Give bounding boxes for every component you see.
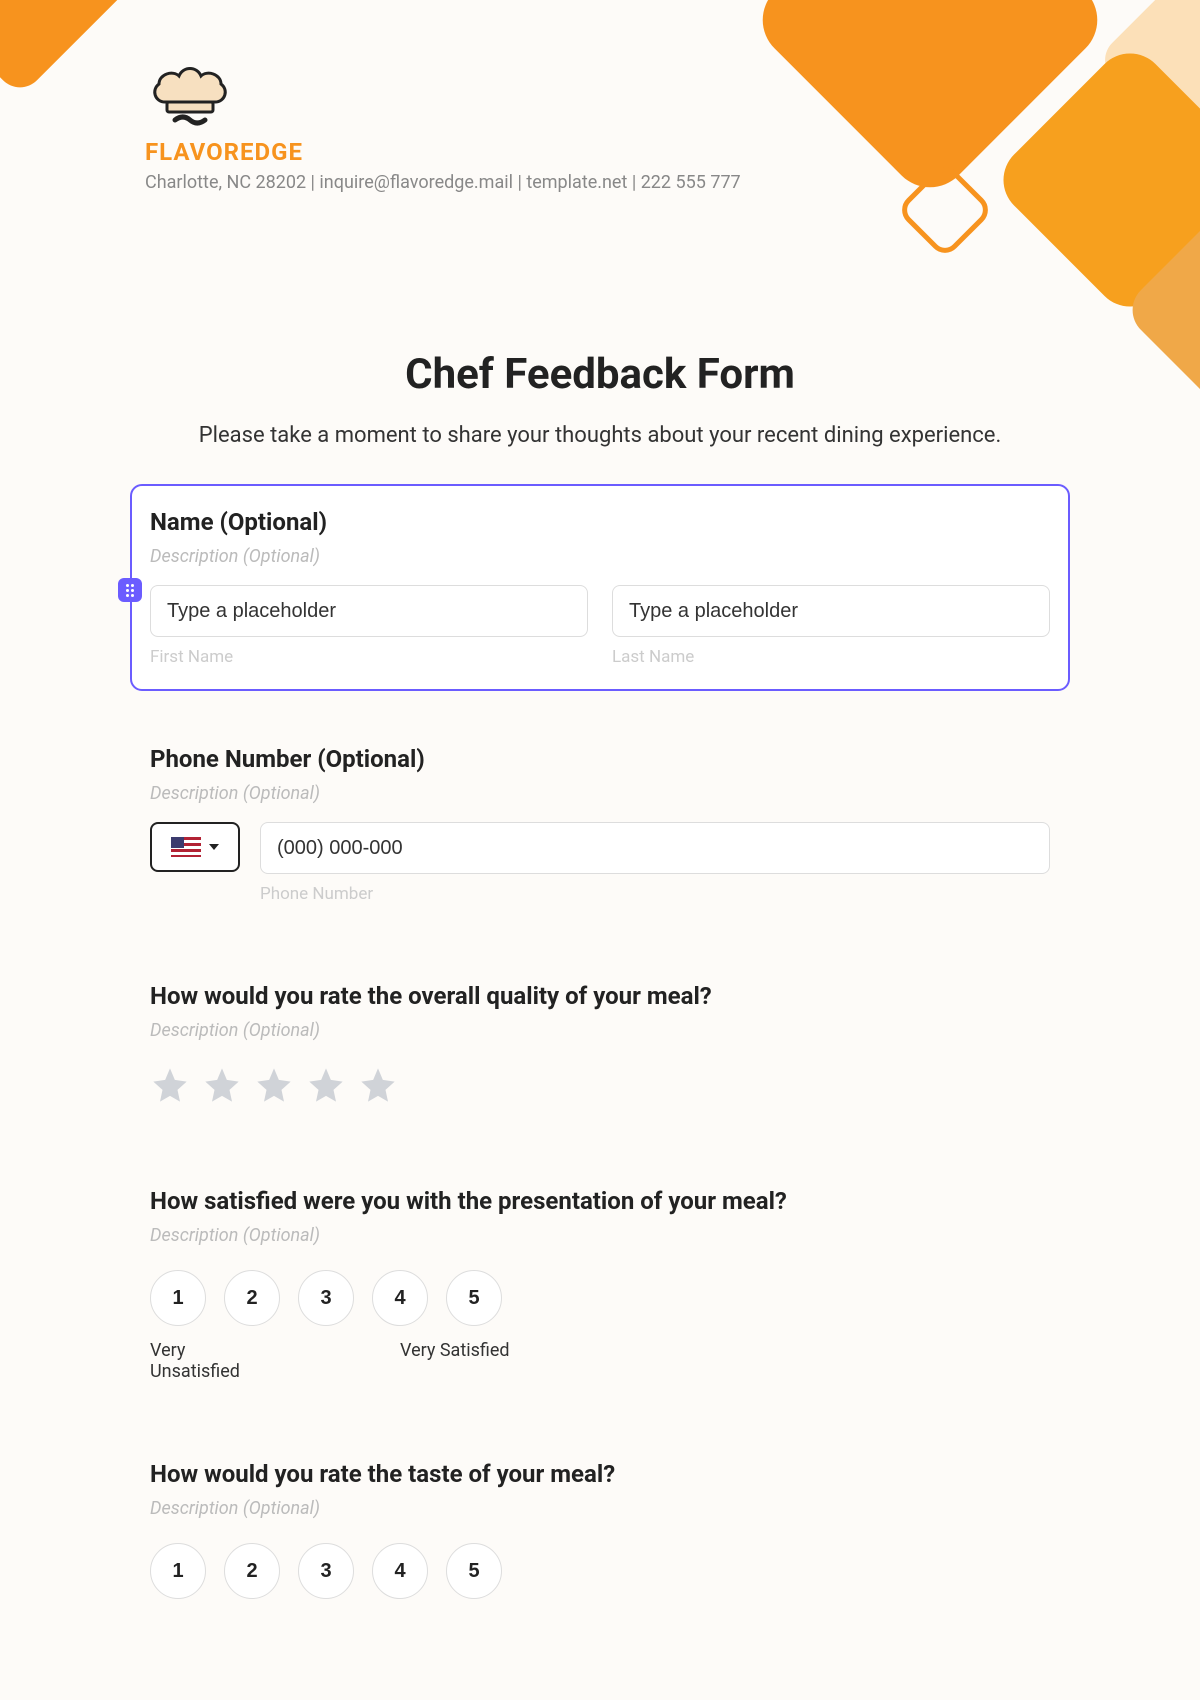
presentation-question-block[interactable]: How satisfied were you with the presenta… [130,1163,1070,1406]
question-description[interactable]: Description (Optional) [150,546,1050,567]
scale-option-4[interactable]: 4 [372,1543,428,1599]
form-title: Chef Feedback Form [405,350,795,399]
scale-option-3[interactable]: 3 [298,1270,354,1326]
rating-scale: 1 2 3 4 5 [150,1270,1050,1326]
star-icon[interactable] [306,1065,346,1109]
rating-scale: 1 2 3 4 5 [150,1543,1050,1599]
country-code-selector[interactable] [150,822,240,872]
question-title: How would you rate the taste of your mea… [150,1460,1050,1488]
scale-option-1[interactable]: 1 [150,1543,206,1599]
phone-number-input[interactable] [260,822,1050,874]
star-icon[interactable] [254,1065,294,1109]
scale-option-3[interactable]: 3 [298,1543,354,1599]
chevron-down-icon [209,844,219,850]
question-description: Description (Optional) [150,1225,1050,1246]
brand-name: FLAVOREDGE [145,138,741,166]
last-name-sublabel: Last Name [612,647,1050,667]
scale-option-5[interactable]: 5 [446,1270,502,1326]
header: FLAVOREDGE Charlotte, NC 28202 | inquire… [145,60,741,193]
phone-number-sublabel: Phone Number [260,884,1050,904]
question-title: Phone Number (Optional) [150,745,1050,773]
scale-option-5[interactable]: 5 [446,1543,502,1599]
question-description: Description (Optional) [150,1020,1050,1041]
question-description: Description (Optional) [150,1498,1050,1519]
last-name-input[interactable] [612,585,1050,637]
first-name-sublabel: First Name [150,647,588,667]
question-title: How satisfied were you with the presenta… [150,1187,1050,1215]
star-rating [150,1065,1050,1109]
chef-hat-logo [145,60,741,134]
decorative-shape [0,0,147,97]
scale-low-label: Very Unsatisfied [150,1340,270,1382]
brand-contact: Charlotte, NC 28202 | inquire@flavoredge… [145,172,741,193]
drag-handle-icon[interactable] [118,578,142,602]
question-description: Description (Optional) [150,783,1050,804]
first-name-input[interactable] [150,585,588,637]
phone-question-block[interactable]: Phone Number (Optional) Description (Opt… [130,721,1070,928]
taste-question-block[interactable]: How would you rate the taste of your mea… [130,1436,1070,1623]
us-flag-icon [171,837,201,857]
name-question-block[interactable]: Name (Optional) Description (Optional) F… [130,484,1070,691]
scale-option-4[interactable]: 4 [372,1270,428,1326]
question-title: How would you rate the overall quality o… [150,982,1050,1010]
question-title[interactable]: Name (Optional) [150,508,1050,536]
star-icon[interactable] [150,1065,190,1109]
scale-option-2[interactable]: 2 [224,1543,280,1599]
scale-option-1[interactable]: 1 [150,1270,206,1326]
star-icon[interactable] [202,1065,242,1109]
quality-question-block[interactable]: How would you rate the overall quality o… [130,958,1070,1133]
form-subtitle: Please take a moment to share your thoug… [199,423,1002,448]
scale-option-2[interactable]: 2 [224,1270,280,1326]
scale-high-label: Very Satisfied [400,1340,550,1382]
star-icon[interactable] [358,1065,398,1109]
